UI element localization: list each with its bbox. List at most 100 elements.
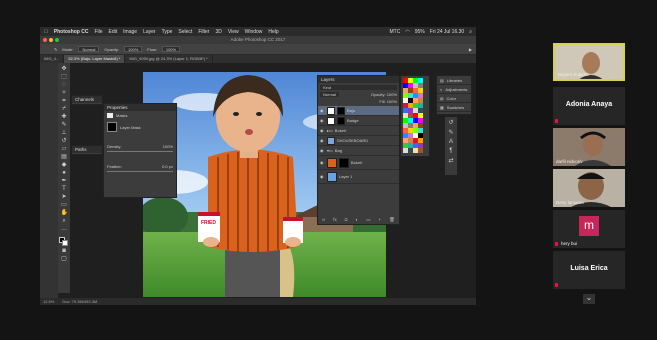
menu-image[interactable]: Image (123, 29, 137, 35)
apple-icon[interactable]:  (44, 29, 48, 35)
swatch-chip[interactable] (418, 148, 423, 153)
menubar-extra[interactable]: MTC (389, 29, 400, 35)
eye-icon[interactable]: ◉ (320, 174, 325, 179)
zoom-window-button[interactable] (55, 38, 59, 42)
mask-thumbnail[interactable] (337, 106, 345, 115)
doc-tab-3[interactable]: IMG_9090.jpg @ 24.3% (Layer 1, RGB/8*) * (125, 55, 213, 63)
quick-mask-icon[interactable]: ◙ (61, 248, 68, 255)
battery-level[interactable]: 95% (415, 29, 425, 35)
blur-tool-icon[interactable]: ◆ (61, 162, 68, 169)
layer-opacity-value[interactable]: 100% (387, 92, 397, 97)
blend-mode-select[interactable]: Normal (320, 92, 339, 97)
paragraph-icon[interactable]: ¶ (449, 148, 452, 154)
menu-type[interactable]: Type (162, 29, 173, 35)
close-window-button[interactable] (43, 38, 47, 42)
share-icon[interactable]: ▶ (469, 47, 476, 52)
move-tool-icon[interactable]: ✥ (61, 66, 68, 73)
layer-row[interactable]: ◉ SHOUSEBOARD (318, 136, 399, 146)
path-select-icon[interactable]: ➤ (61, 194, 68, 201)
doc-tab-1[interactable]: IMG_4... (40, 55, 65, 63)
channels-panel[interactable]: Channels (71, 95, 103, 105)
quick-select-tool-icon[interactable]: ✧ (61, 90, 68, 97)
zoom-level[interactable]: 12.5% (43, 299, 54, 304)
layer-row[interactable]: ◉ ▸▭ Bokeh (318, 126, 399, 136)
transform-icon[interactable]: ⇄ (448, 157, 453, 164)
layer-row[interactable]: ◉ Badge (318, 116, 399, 126)
healing-tool-icon[interactable]: ✚ (61, 114, 68, 121)
density-slider[interactable] (107, 151, 173, 152)
color-swatches[interactable] (59, 237, 69, 247)
background-color[interactable] (62, 240, 68, 246)
menu-help[interactable]: Help (268, 29, 278, 35)
feather-slider[interactable] (107, 171, 173, 172)
menu-layer[interactable]: Layer (143, 29, 156, 35)
eraser-tool-icon[interactable]: ▱ (61, 146, 68, 153)
eyedropper-tool-icon[interactable]: ⌿ (61, 106, 68, 113)
layer-fill-value[interactable]: 100% (387, 99, 397, 104)
trash-icon[interactable]: 🗑 (389, 217, 395, 223)
swatches-tab[interactable]: ▦ Swatches (437, 103, 471, 112)
eye-icon[interactable]: ◉ (320, 108, 325, 113)
link-icon[interactable]: ∞ (322, 217, 325, 223)
eye-icon[interactable]: ◉ (320, 128, 325, 133)
pen-tool-icon[interactable]: ✒ (61, 178, 68, 185)
brush-tool-icon[interactable]: ✎ (54, 47, 57, 52)
brush-tool-icon[interactable]: ✎ (61, 122, 68, 129)
menu-select[interactable]: Select (178, 29, 192, 35)
scroll-more-button[interactable]: ⌄ (583, 294, 595, 304)
screen-mode-icon[interactable]: ▢ (61, 256, 68, 263)
adjustments-tab[interactable]: ◐ Adjustments (437, 85, 471, 94)
hand-tool-icon[interactable]: ✋ (61, 210, 68, 217)
type-icon[interactable]: A (449, 139, 453, 145)
clock[interactable]: Fri 24 Jul 16.30 (430, 29, 464, 35)
layer-row[interactable]: ◉ Bokeh (318, 156, 399, 170)
lasso-tool-icon[interactable]: ◌ (61, 82, 68, 89)
menu-app-name[interactable]: Photoshop CC (54, 29, 89, 35)
layers-title[interactable]: Layers (318, 76, 399, 83)
density-value[interactable]: 100% (163, 144, 173, 149)
dodge-tool-icon[interactable]: ● (61, 170, 68, 177)
eye-icon[interactable]: ◉ (320, 118, 325, 123)
doc-tab-2[interactable]: 52.3% (Baju, Layer Mask/8) * (64, 55, 126, 63)
participant-tile[interactable]: darfil nidvoriv (553, 128, 625, 166)
participant-tile[interactable]: Boyem Sutanto (553, 43, 625, 81)
adjustment-icon[interactable]: ◐ (356, 217, 359, 223)
crop-tool-icon[interactable]: ⌗ (61, 98, 68, 105)
participant-tile[interactable]: Deny lamaras (553, 169, 625, 207)
history-brush-icon[interactable]: ↺ (61, 138, 68, 145)
type-tool-icon[interactable]: T (61, 186, 68, 193)
brush-preset-icon[interactable]: ✎ (448, 129, 453, 136)
zoom-tool-icon[interactable]: ⌕ (61, 218, 68, 225)
flow-field[interactable]: 100% (161, 46, 181, 52)
new-group-icon[interactable]: ▭ (366, 217, 370, 223)
properties-title[interactable]: Properties (104, 104, 176, 111)
stamp-tool-icon[interactable]: ⊥ (61, 130, 68, 137)
participant-tile[interactable]: Adonia Anaya (553, 87, 625, 125)
menu-filter[interactable]: Filter (198, 29, 209, 35)
layer-row[interactable]: ◉ ▾▭ Bag (318, 146, 399, 156)
layer-row[interactable]: ◉ Layer 1 (318, 170, 399, 184)
eye-icon[interactable]: ◉ (320, 138, 325, 143)
new-layer-icon[interactable]: + (379, 217, 382, 223)
more-tools-icon[interactable]: … (61, 226, 68, 233)
feather-value[interactable]: 0.0 px (162, 164, 173, 169)
swatches-grid[interactable] (400, 75, 430, 157)
history-icon[interactable]: ↺ (448, 119, 453, 126)
mask-thumbnail[interactable] (339, 157, 349, 168)
libraries-tab[interactable]: ▤ Libraries (437, 76, 471, 85)
swatch-colors[interactable] (403, 78, 427, 153)
paths-panel[interactable]: Paths (71, 145, 103, 155)
participant-tile[interactable]: m hery bui (553, 210, 625, 248)
menu-view[interactable]: View (228, 29, 239, 35)
channels-title[interactable]: Channels (72, 96, 102, 103)
menu-file[interactable]: File (94, 29, 102, 35)
paths-title[interactable]: Paths (72, 146, 102, 153)
layer-filter-kind[interactable]: Kind (320, 85, 397, 90)
eye-icon[interactable]: ◉ (320, 160, 325, 165)
menu-3d[interactable]: 3D (215, 29, 221, 35)
color-tab[interactable]: ◍ Color (437, 94, 471, 103)
wifi-icon[interactable]: ◠ (405, 29, 409, 35)
opacity-field[interactable]: 100% (124, 46, 143, 52)
marquee-tool-icon[interactable]: ⬚ (61, 74, 68, 81)
mode-select[interactable]: Normal (78, 46, 100, 52)
